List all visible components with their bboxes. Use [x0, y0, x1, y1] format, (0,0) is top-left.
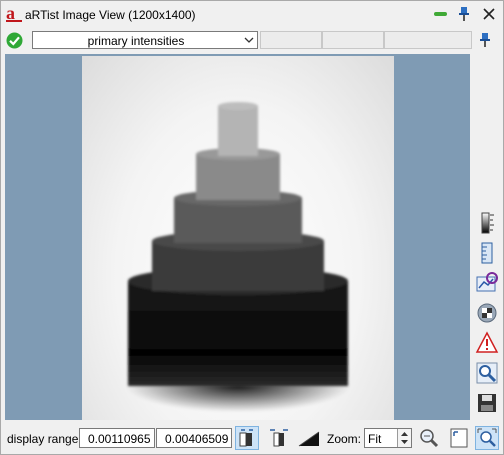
full-range-icon[interactable]	[267, 426, 291, 450]
channel-select-value: primary intensities	[87, 34, 185, 48]
close-icon[interactable]	[481, 6, 497, 22]
zoom-label: Zoom:	[327, 432, 362, 446]
auto-range-icon[interactable]	[235, 426, 259, 450]
warning-icon[interactable]	[475, 331, 499, 355]
colorbar-icon[interactable]	[475, 211, 499, 235]
zoom-select[interactable]: Fit	[364, 428, 412, 448]
save-icon[interactable]	[475, 391, 499, 415]
range-min-field[interactable]: 0.00110965	[79, 428, 155, 448]
chevron-down-icon	[244, 37, 254, 43]
fit-page-icon[interactable]	[447, 426, 471, 450]
channel-select[interactable]: primary intensities	[32, 31, 258, 49]
pin-icon[interactable]	[457, 6, 471, 22]
pin-icon[interactable]	[478, 32, 492, 48]
title-bar: a aRTist Image View (1200x1400)	[1, 1, 503, 27]
status-bar: display range 0.00110965 0.00406509 Zoom…	[1, 422, 503, 454]
magnify-icon[interactable]	[475, 361, 499, 385]
artist-logo-icon: a	[6, 3, 22, 23]
display-range-label: display range	[7, 432, 79, 446]
zoom-value: Fit	[368, 432, 382, 446]
view-toolbar: primary intensities	[1, 28, 503, 52]
toolbar-slot-3	[384, 31, 472, 49]
zoom-in-icon[interactable]	[417, 426, 441, 450]
ruler-icon[interactable]	[475, 241, 499, 265]
image-view-window: a aRTist Image View (1200x1400) primary …	[0, 0, 504, 455]
ok-check-icon[interactable]	[6, 32, 23, 49]
zoom-fit-icon[interactable]	[475, 426, 499, 450]
window-title: aRTist Image View (1200x1400)	[25, 8, 196, 22]
invert-lut-icon[interactable]	[297, 426, 321, 450]
xray-image[interactable]	[82, 56, 394, 420]
toolbar-slot-1	[260, 31, 322, 49]
image-viewport[interactable]	[5, 54, 470, 420]
view-sidebar	[473, 211, 501, 421]
range-max-field[interactable]: 0.00406509	[156, 428, 232, 448]
zoom-spinner[interactable]	[397, 429, 411, 447]
minimize-button[interactable]	[434, 12, 447, 16]
checker-icon[interactable]	[475, 301, 499, 325]
profile-icon[interactable]	[475, 271, 499, 295]
toolbar-slot-2	[322, 31, 384, 49]
